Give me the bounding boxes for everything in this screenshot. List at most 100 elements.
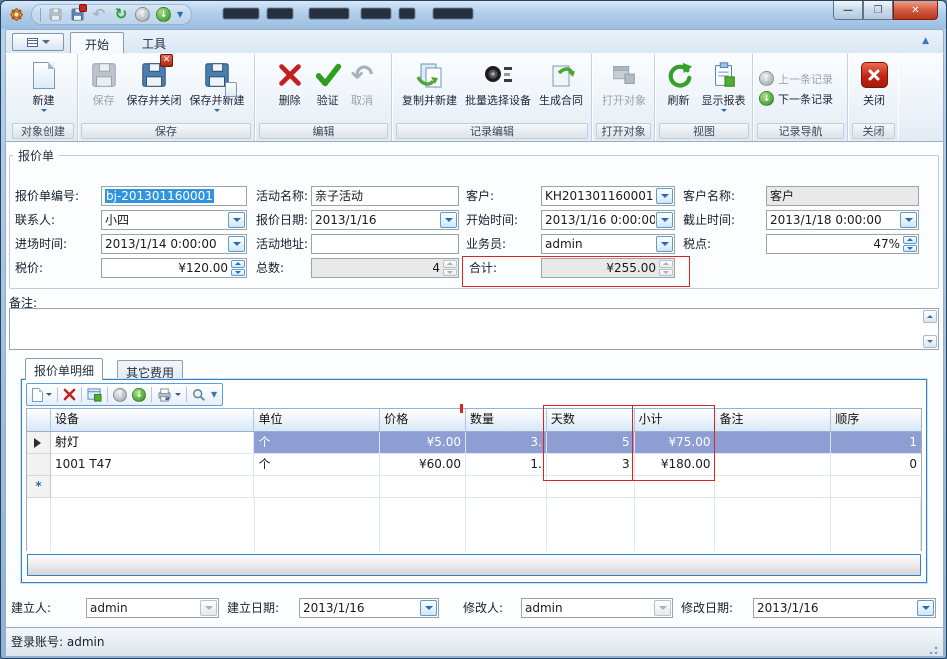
generate-contract-button[interactable]: 生成合同 bbox=[535, 54, 587, 123]
copy-and-new-button[interactable]: 复制并新建 bbox=[398, 54, 461, 123]
save-and-close-button[interactable]: ✕ 保存并关闭 bbox=[123, 54, 186, 123]
new-row[interactable]: * bbox=[27, 476, 921, 498]
add-row-button[interactable] bbox=[32, 386, 52, 403]
next-record-icon[interactable]: ↓ bbox=[156, 7, 171, 22]
start-time-dropdown[interactable]: 2013/1/16 0:00:00 bbox=[541, 210, 675, 230]
dropdown-button[interactable] bbox=[917, 600, 934, 616]
dropdown-button[interactable] bbox=[228, 212, 245, 228]
column-header-unit[interactable]: 单位 bbox=[254, 409, 380, 432]
modified-date-dropdown[interactable]: 2013/1/16 bbox=[753, 598, 936, 618]
cell-price[interactable]: ¥60.00 bbox=[380, 454, 466, 476]
cell-remarks[interactable] bbox=[715, 432, 831, 454]
cell-empty[interactable] bbox=[254, 476, 380, 498]
cell-empty[interactable] bbox=[51, 476, 255, 498]
delete-button[interactable]: 删除 bbox=[271, 54, 309, 123]
groupbox-title: 报价单 bbox=[13, 147, 59, 164]
tab-quotation-detail[interactable]: 报价单明细 bbox=[25, 358, 103, 380]
close-record-button[interactable]: 关闭 bbox=[857, 54, 892, 123]
save-and-new-button[interactable]: 保存并新建 bbox=[186, 54, 249, 123]
table-row[interactable]: 1001 T47 个 ¥60.00 1. 3 ¥180.00 0 bbox=[27, 454, 921, 476]
save-and-close-icon[interactable] bbox=[69, 7, 85, 23]
minimize-button[interactable]: — bbox=[833, 1, 863, 20]
dropdown-button[interactable] bbox=[228, 236, 245, 252]
column-header-quantity[interactable]: 数量 bbox=[466, 409, 547, 432]
qat-more-icon[interactable]: ▼ bbox=[177, 10, 183, 19]
spinner-buttons[interactable] bbox=[231, 260, 245, 276]
column-header-device[interactable]: 设备 bbox=[51, 409, 255, 432]
entry-time-dropdown[interactable]: 2013/1/14 0:00:00 bbox=[101, 234, 247, 254]
tab-tools[interactable]: 工具 bbox=[128, 32, 180, 54]
column-header-price[interactable]: 价格 bbox=[380, 409, 466, 432]
cell-empty[interactable] bbox=[831, 476, 921, 498]
previous-record-icon[interactable]: ↑ bbox=[135, 7, 150, 22]
cell-empty[interactable] bbox=[380, 476, 466, 498]
scroll-up-icon[interactable] bbox=[923, 310, 937, 323]
cell-remarks[interactable] bbox=[715, 454, 831, 476]
cell-price[interactable]: ¥5.00 bbox=[380, 432, 466, 454]
save-button[interactable]: 保存 bbox=[85, 54, 123, 123]
cell-device[interactable]: 射灯 bbox=[51, 432, 255, 454]
refresh-button[interactable]: 刷新 bbox=[660, 54, 698, 123]
save-icon[interactable] bbox=[47, 7, 63, 23]
move-up-icon[interactable]: ↑ bbox=[113, 388, 127, 402]
column-header-order[interactable]: 顺序 bbox=[831, 409, 921, 432]
cell-empty[interactable] bbox=[715, 476, 831, 498]
close-window-button[interactable]: ✕ bbox=[893, 1, 938, 20]
cell-order[interactable]: 1 bbox=[831, 432, 921, 454]
cell-order[interactable]: 0 bbox=[831, 454, 921, 476]
scroll-down-icon[interactable] bbox=[923, 335, 937, 348]
activity-address-input[interactable] bbox=[311, 234, 459, 254]
delete-row-button[interactable] bbox=[63, 386, 76, 403]
batch-select-device-button[interactable]: 批量选择设备 bbox=[461, 54, 535, 123]
resize-grip[interactable] bbox=[928, 645, 938, 654]
redo-icon[interactable]: ↻ bbox=[113, 7, 129, 23]
tax-price-spinner[interactable]: ¥120.00 bbox=[101, 258, 247, 278]
restore-button[interactable]: ❐ bbox=[863, 1, 893, 20]
contact-dropdown[interactable]: 小四 bbox=[101, 210, 247, 230]
cell-empty[interactable] bbox=[466, 476, 547, 498]
quote-number-input[interactable]: bj-201301160001 bbox=[101, 186, 247, 206]
view-selector-button[interactable] bbox=[12, 33, 64, 51]
remarks-textarea[interactable] bbox=[9, 308, 939, 350]
dropdown-button[interactable] bbox=[900, 212, 917, 228]
cell-device[interactable]: 1001 T47 bbox=[51, 454, 255, 476]
column-header-remarks[interactable]: 备注 bbox=[715, 409, 831, 432]
new-row-indicator: * bbox=[27, 476, 51, 498]
edit-form-button[interactable] bbox=[87, 386, 102, 403]
scrollbar[interactable] bbox=[923, 310, 937, 348]
new-button[interactable]: 新建 bbox=[29, 54, 59, 123]
spinner-buttons[interactable] bbox=[903, 236, 917, 252]
validate-button[interactable]: 验证 bbox=[309, 54, 347, 123]
quote-date-dropdown[interactable]: 2013/1/16 bbox=[311, 210, 459, 230]
tab-other-fees[interactable]: 其它费用 bbox=[117, 360, 183, 380]
cell-quantity[interactable]: 3. bbox=[466, 432, 547, 454]
salesman-dropdown[interactable]: admin bbox=[541, 234, 675, 254]
customer-dropdown[interactable]: KH201301160001 bbox=[541, 186, 675, 206]
titlebar[interactable]: ↶ ↻ ↑ ↓ ▼ — ❐ ✕ bbox=[1, 1, 947, 29]
undo-icon[interactable]: ↶ bbox=[91, 7, 107, 23]
search-icon[interactable] bbox=[192, 386, 206, 403]
cell-quantity[interactable]: 1. bbox=[466, 454, 547, 476]
dropdown-button[interactable] bbox=[656, 188, 673, 204]
cell-unit[interactable]: 个 bbox=[254, 432, 380, 454]
end-time-dropdown[interactable]: 2013/1/18 0:00:00 bbox=[766, 210, 919, 230]
tax-point-spinner[interactable]: 47% bbox=[766, 234, 919, 254]
cell-unit[interactable]: 个 bbox=[254, 454, 380, 476]
table-row[interactable]: 射灯 个 ¥5.00 3. 5 ¥75.00 1 bbox=[27, 432, 921, 454]
ribbon-collapse-icon[interactable]: ▲ bbox=[922, 36, 929, 46]
move-down-icon[interactable]: ↓ bbox=[132, 388, 146, 402]
created-date-dropdown[interactable]: 2013/1/16 bbox=[299, 598, 439, 618]
dropdown-button[interactable] bbox=[440, 212, 457, 228]
dropdown-button[interactable] bbox=[656, 236, 673, 252]
toolbar-more-icon[interactable]: ▼ bbox=[211, 390, 217, 399]
tab-start[interactable]: 开始 bbox=[70, 32, 124, 54]
print-button[interactable] bbox=[157, 386, 181, 403]
previous-record-button[interactable]: ↑ 上一条记录 bbox=[759, 71, 847, 87]
cancel-button[interactable]: ↶ 取消 bbox=[347, 54, 378, 123]
activity-name-input[interactable]: 亲子活动 bbox=[311, 186, 459, 206]
dropdown-button[interactable] bbox=[656, 212, 673, 228]
open-object-button[interactable]: 打开对象 bbox=[598, 54, 650, 123]
show-report-button[interactable]: 显示报表 bbox=[698, 54, 750, 123]
next-record-button[interactable]: ↓ 下一条记录 bbox=[759, 91, 847, 107]
dropdown-button[interactable] bbox=[420, 600, 437, 616]
